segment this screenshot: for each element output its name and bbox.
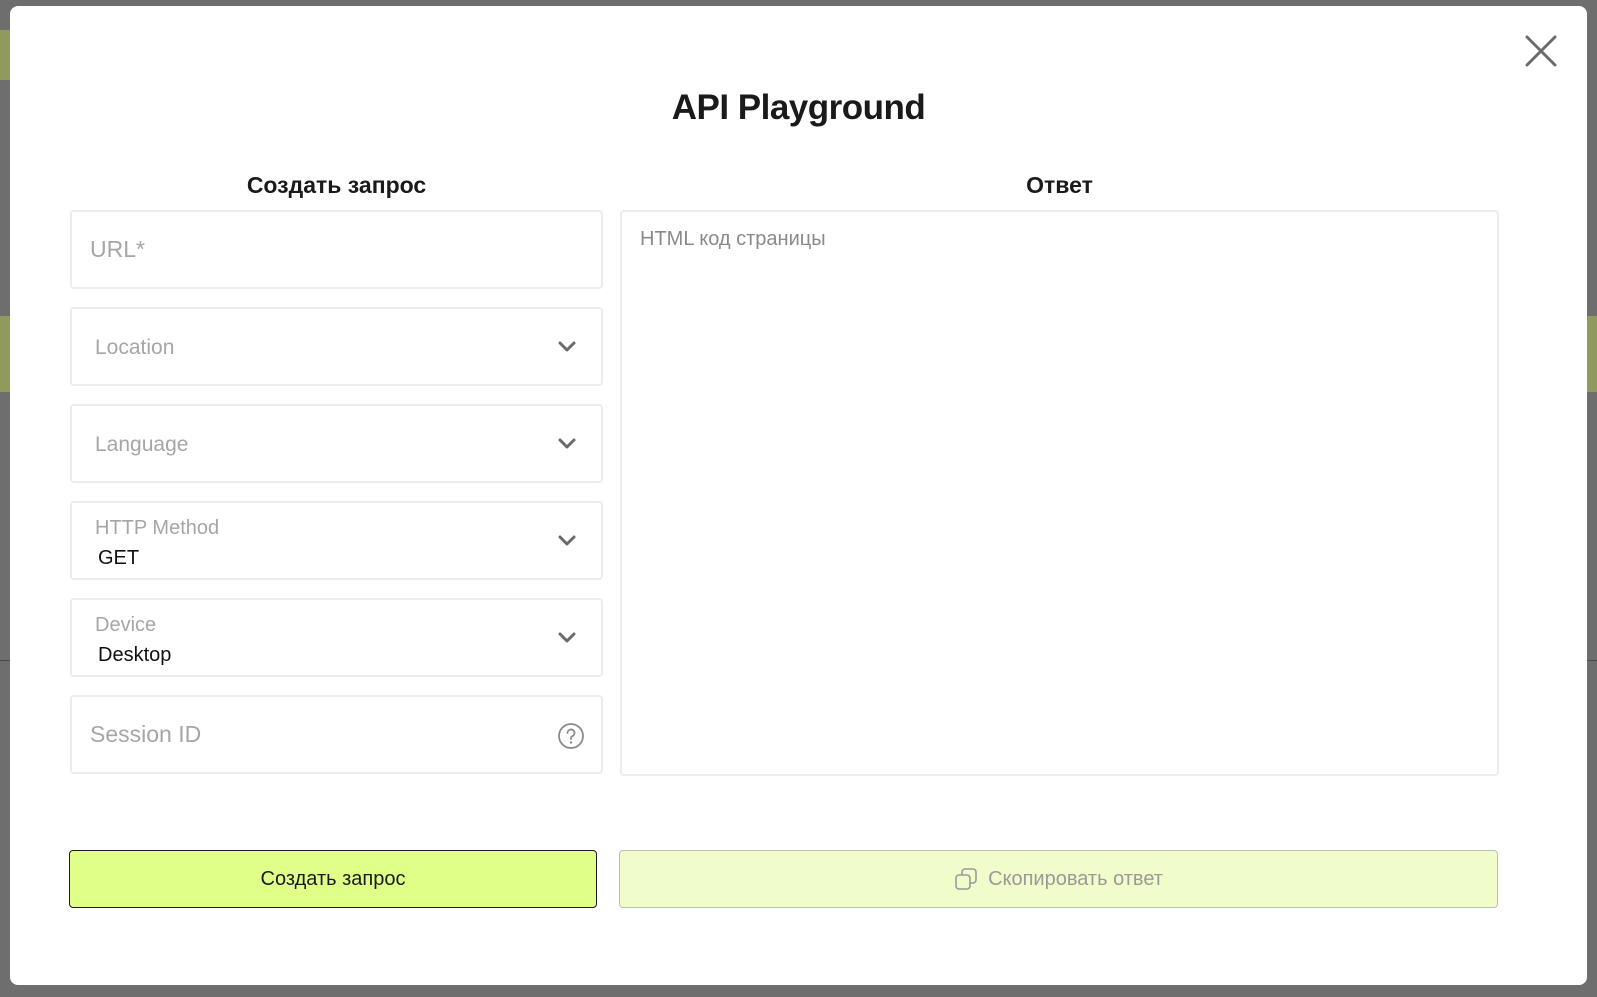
request-heading: Создать запрос — [246, 172, 427, 198]
session-id-input[interactable] — [90, 697, 530, 772]
api-playground-modal: API Playground Создать запрос Ответ Loca… — [10, 6, 1587, 985]
url-input[interactable] — [90, 212, 530, 287]
device-value: Desktop — [98, 644, 172, 666]
copy-icon — [955, 868, 977, 890]
create-request-button[interactable]: Создать запрос — [69, 850, 597, 908]
close-button[interactable] — [1524, 34, 1558, 68]
url-field — [70, 210, 603, 289]
chevron-down-icon — [558, 438, 576, 449]
device-label: Device — [95, 614, 157, 636]
response-textarea[interactable] — [640, 228, 1470, 748]
response-box — [620, 210, 1499, 776]
language-select[interactable]: Language — [70, 404, 603, 483]
language-placeholder: Language — [95, 433, 189, 456]
session-id-field — [70, 695, 603, 774]
chevron-down-icon — [558, 632, 576, 643]
http-method-value: GET — [98, 547, 140, 569]
help-icon[interactable] — [557, 722, 585, 750]
copy-response-label: Скопировать ответ — [988, 867, 1163, 890]
location-placeholder: Location — [95, 336, 175, 359]
background-page-strip — [0, 30, 10, 80]
copy-response-button[interactable]: Скопировать ответ — [619, 850, 1498, 908]
location-select[interactable]: Location — [70, 307, 603, 386]
close-icon — [1525, 35, 1557, 67]
chevron-down-icon — [558, 341, 576, 352]
chevron-down-icon — [558, 535, 576, 546]
http-method-select[interactable]: HTTP Method GET — [70, 501, 603, 580]
device-select[interactable]: Device Desktop — [70, 598, 603, 677]
http-method-label: HTTP Method — [95, 517, 220, 539]
response-heading: Ответ — [1026, 172, 1093, 198]
page-title: API Playground — [671, 88, 926, 127]
